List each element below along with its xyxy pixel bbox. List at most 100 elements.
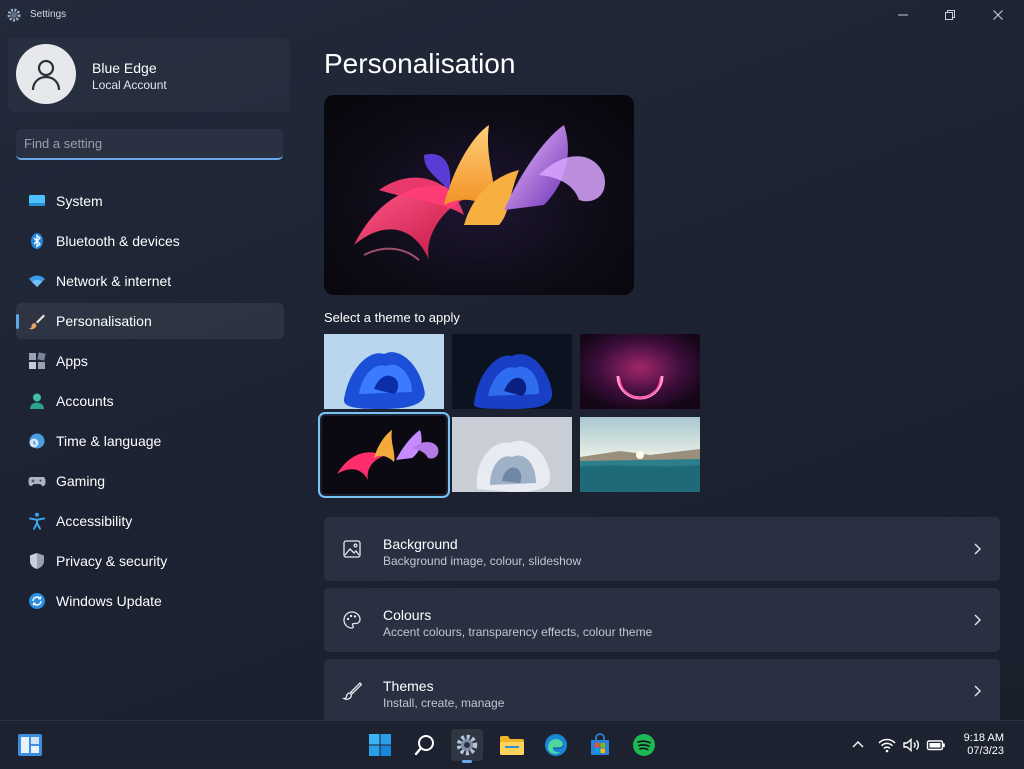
sidebar-item-label: Apps <box>56 353 88 369</box>
chevron-right-icon <box>974 543 981 555</box>
sunrise-flow-thumbnail <box>452 417 572 492</box>
wifi-status-icon[interactable] <box>877 735 897 755</box>
title-bar: Settings <box>0 0 1024 30</box>
page-title: Personalisation <box>324 48 516 79</box>
sidebar-item-label: Privacy & security <box>56 553 168 569</box>
sidebar-item-gaming[interactable]: Gaming <box>16 463 284 499</box>
themes-section-label: Select a theme to apply <box>324 310 460 325</box>
minimize-icon <box>898 14 908 16</box>
search-button[interactable] <box>409 729 441 761</box>
minimize-button[interactable] <box>880 0 926 30</box>
colours-setting-card[interactable]: Colours Accent colours, transparency eff… <box>324 588 1000 652</box>
spotify-icon <box>633 734 655 756</box>
accounts-icon <box>28 392 46 410</box>
theme-thumb-captured-motion[interactable] <box>318 412 450 498</box>
card-subtitle: Background image, colour, slideshow <box>383 554 582 568</box>
user-profile[interactable]: Blue Edge Local Account <box>8 38 290 112</box>
chevron-right-icon <box>974 614 981 626</box>
card-subtitle: Install, create, manage <box>383 696 505 710</box>
card-subtitle: Accent colours, transparency effects, co… <box>383 625 653 639</box>
system-clock[interactable]: 9:18 AM 07/3/23 <box>964 732 1004 758</box>
theme-thumb-flow-lake[interactable] <box>580 417 700 492</box>
theme-thumb-glow[interactable] <box>580 334 700 409</box>
sidebar-item-label: Windows Update <box>56 593 162 609</box>
sidebar-item-system[interactable]: System <box>16 183 284 219</box>
theme-preview-image <box>324 95 634 295</box>
background-setting-card[interactable]: Background Background image, colour, sli… <box>324 517 1000 581</box>
update-icon <box>28 592 46 610</box>
bluetooth-icon <box>28 232 46 250</box>
settings-gear-icon <box>456 734 478 756</box>
wifi-icon <box>28 272 46 290</box>
sidebar-item-apps[interactable]: Apps <box>16 343 284 379</box>
settings-window: Settings Blue Edge Local Account Find a … <box>0 0 1024 720</box>
system-icon <box>28 192 46 210</box>
clock-globe-icon <box>28 432 46 450</box>
taskbar-settings-app[interactable] <box>451 729 483 763</box>
clock-time: 9:18 AM <box>963 732 1004 744</box>
start-button[interactable] <box>364 729 396 761</box>
taskbar-file-explorer[interactable] <box>496 729 528 761</box>
card-title: Background <box>383 536 458 552</box>
themes-setting-card[interactable]: Themes Install, create, manage <box>324 659 1000 720</box>
store-icon <box>591 733 609 755</box>
sidebar-item-privacy-security[interactable]: Privacy & security <box>16 543 284 579</box>
theme-thumb-windows-dark-bloom[interactable] <box>452 334 572 409</box>
brush-icon <box>342 682 362 700</box>
sidebar-item-label: Time & language <box>56 433 162 449</box>
search-input[interactable] <box>16 129 283 158</box>
close-icon <box>993 10 1003 20</box>
chevron-up-icon[interactable] <box>848 735 868 755</box>
image-icon <box>343 540 361 558</box>
sidebar-item-label: Accounts <box>56 393 114 409</box>
settings-gear-icon <box>7 8 21 22</box>
taskbar-microsoft-store[interactable] <box>584 729 616 761</box>
card-title: Themes <box>383 678 434 694</box>
sidebar-item-windows-update[interactable]: Windows Update <box>16 583 284 619</box>
folder-icon <box>500 736 524 755</box>
account-type: Local Account <box>92 78 167 92</box>
theme-thumb-sunrise-flow[interactable] <box>452 417 572 492</box>
card-title: Colours <box>383 607 432 623</box>
theme-thumb-windows-light-bloom[interactable] <box>324 334 444 409</box>
window-title: Settings <box>30 9 67 20</box>
battery-icon[interactable] <box>926 735 946 755</box>
widgets-icon <box>18 734 42 756</box>
shield-icon <box>28 552 46 570</box>
sidebar-item-label: Gaming <box>56 473 106 489</box>
flow-lake-thumbnail <box>580 417 700 492</box>
glow-thumbnail <box>580 334 700 409</box>
bloom-dark-thumbnail <box>452 334 572 409</box>
sidebar-item-personalisation[interactable]: Personalisation <box>16 303 284 339</box>
chevron-right-icon <box>974 685 981 697</box>
clock-date: 07/3/23 <box>967 745 1004 757</box>
sidebar-nav: System Bluetooth & devices Network & int… <box>16 183 284 623</box>
edge-browser-icon <box>545 734 567 756</box>
windows-logo-icon <box>369 734 391 756</box>
sidebar-item-accounts[interactable]: Accounts <box>16 383 284 419</box>
sidebar-item-accessibility[interactable]: Accessibility <box>16 503 284 539</box>
captured-motion-thumbnail <box>322 416 446 494</box>
taskbar-spotify[interactable] <box>628 729 660 761</box>
brush-icon <box>28 312 46 330</box>
widgets-button[interactable] <box>14 729 46 761</box>
user-avatar-icon <box>31 59 61 91</box>
profile-name: Blue Edge <box>92 60 157 76</box>
restore-icon <box>945 10 955 20</box>
volume-icon[interactable] <box>901 735 921 755</box>
avatar <box>16 44 76 104</box>
close-button[interactable] <box>975 0 1021 30</box>
restore-button[interactable] <box>927 0 973 30</box>
sidebar-item-bluetooth[interactable]: Bluetooth & devices <box>16 223 284 259</box>
captured-motion-wallpaper <box>354 125 605 261</box>
bloom-light-thumbnail <box>324 334 444 409</box>
gamepad-icon <box>28 472 46 490</box>
apps-icon <box>28 352 46 370</box>
sidebar-item-network[interactable]: Network & internet <box>16 263 284 299</box>
search-icon <box>414 735 434 756</box>
taskbar-edge[interactable] <box>540 729 572 761</box>
sidebar-item-label: Network & internet <box>56 273 172 289</box>
sidebar-item-label: System <box>56 193 103 209</box>
accessibility-icon <box>28 512 46 530</box>
sidebar-item-time-language[interactable]: Time & language <box>16 423 284 459</box>
